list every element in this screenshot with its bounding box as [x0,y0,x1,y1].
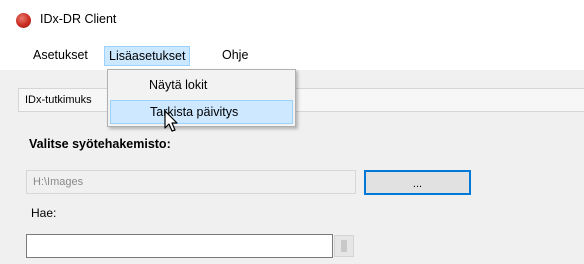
title-bar: IDx-DR Client [0,0,584,39]
menu-lisaasetukset[interactable]: Lisäasetukset [104,46,191,66]
tab-idx-tutkimukset[interactable]: IDx-tutkimuks [25,94,92,106]
lisaasetukset-dropdown-menu: Näytä lokit Tarkista päivitys [107,69,296,127]
pointer-cursor-icon [164,110,178,132]
app-icon [16,13,31,28]
menu-ohje[interactable]: Ohje [218,46,252,66]
search-input[interactable] [26,234,333,258]
search-button[interactable] [334,235,354,257]
menu-asetukset[interactable]: Asetukset [29,46,92,66]
menu-item-nayta-lokit[interactable]: Näytä lokit [110,74,293,98]
tab-strip: IDx-tutkimuks [18,88,584,112]
directory-field[interactable]: H:\Images [26,170,356,194]
input-directory-label: Valitse syötehakemisto: [29,137,171,151]
search-label: Hae: [31,206,57,220]
search-button-glyph [341,240,347,252]
menu-item-tarkista-paivitys[interactable]: Tarkista päivitys [110,100,293,124]
browse-button-label: ... [412,178,423,190]
menu-bar: Asetukset Lisäasetukset Ohje [0,38,584,70]
window-title: IDx-DR Client [40,12,117,26]
browse-button[interactable]: ... [364,170,471,195]
